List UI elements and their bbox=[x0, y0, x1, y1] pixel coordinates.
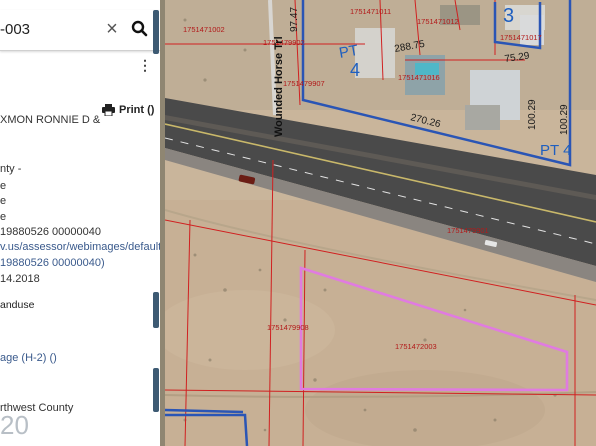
info-line: e bbox=[0, 195, 7, 207]
plat-label: 4 bbox=[350, 60, 360, 80]
print-button[interactable]: Print () bbox=[102, 103, 154, 117]
building bbox=[355, 28, 395, 78]
info-line: e bbox=[0, 211, 7, 223]
parcel-label: 1751471011 bbox=[350, 7, 391, 16]
parcel-label: 1751471017 bbox=[500, 33, 542, 42]
county-line: nty - bbox=[0, 163, 22, 175]
document-link[interactable]: 19880526 00000040) bbox=[0, 257, 105, 269]
parcel-label: 1751479908 bbox=[267, 323, 309, 332]
map-canvas[interactable]: 1751471002 1751471011 1751471012 1751479… bbox=[165, 0, 596, 446]
map-view[interactable]: 1751471002 1751471011 1751471012 1751479… bbox=[165, 0, 596, 446]
dimension-label: 97.47 bbox=[289, 7, 300, 32]
dimension-label: 100.29 bbox=[559, 104, 570, 135]
parcel-label: 1751471016 bbox=[398, 73, 440, 82]
parcel-label: 1751471012 bbox=[417, 17, 459, 26]
panel-edge-mid bbox=[153, 292, 159, 328]
print-label: Print () bbox=[119, 104, 155, 116]
landuse-heading: anduse bbox=[0, 299, 35, 311]
search-icon[interactable] bbox=[130, 19, 150, 39]
plat-label: PT bbox=[338, 42, 360, 62]
parcel-label: 1751479907 bbox=[283, 79, 325, 88]
info-line: e bbox=[0, 180, 7, 192]
parking-lot bbox=[465, 105, 500, 130]
parcel-label: 1751471002 bbox=[183, 25, 225, 34]
more-options-icon[interactable]: ⋮ bbox=[138, 58, 152, 72]
plat-number: 3 bbox=[503, 5, 514, 27]
parcel-label: 1751479901 bbox=[447, 226, 489, 235]
panel-edge-bottom bbox=[153, 368, 159, 412]
clear-icon[interactable]: × bbox=[102, 18, 122, 40]
printer-icon bbox=[102, 104, 115, 116]
parcel-info-panel: × ⋮ Print () XMON RONNIE D & nty - e e e… bbox=[0, 0, 160, 446]
street-label: Wounded Horse Trl bbox=[273, 36, 285, 137]
owner-name: XMON RONNIE D & bbox=[0, 114, 101, 126]
document-url-link[interactable]: v.us/assessor/webimages/default.a bbox=[0, 241, 160, 253]
search-input[interactable] bbox=[0, 21, 95, 38]
record-date: 14.2018 bbox=[0, 273, 40, 285]
parcel-label: 1751472003 bbox=[395, 342, 437, 351]
dimension-label: 100.29 bbox=[527, 99, 538, 130]
search-bar: × bbox=[0, 10, 160, 51]
panel-edge-top bbox=[153, 10, 159, 54]
zoning-link[interactable]: age (H-2) () bbox=[0, 352, 57, 364]
document-number: 19880526 00000040 bbox=[0, 226, 101, 238]
plat-label: PT 4 bbox=[540, 142, 571, 159]
page-digit: 20 bbox=[0, 410, 29, 440]
